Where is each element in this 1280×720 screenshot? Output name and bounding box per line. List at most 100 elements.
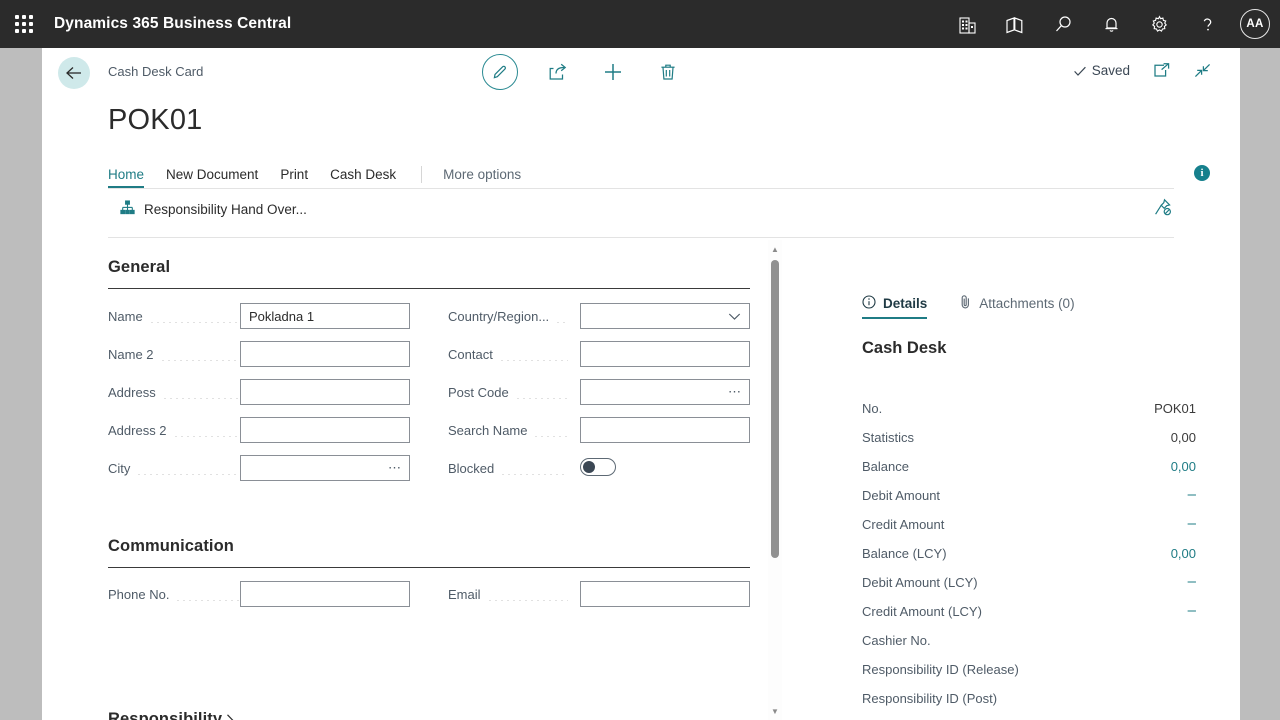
tab-attachments-label: Attachments (0) xyxy=(979,295,1075,311)
row-key: Debit Amount (LCY) xyxy=(862,574,978,590)
factbox-row-responsibility-id-release: Responsibility ID (Release) xyxy=(862,658,1196,680)
row-value[interactable]: 0,00 xyxy=(1171,459,1196,474)
row-key: Balance (LCY) xyxy=(862,545,947,561)
field-post-code: Post Code xyxy=(448,378,574,406)
row-key: No. xyxy=(862,400,883,416)
environment-icon[interactable] xyxy=(991,0,1039,48)
row-value[interactable]: – xyxy=(1188,487,1196,502)
field-email: Email xyxy=(448,580,574,608)
unpin-icon[interactable] xyxy=(1153,198,1172,222)
tab-new-document[interactable]: New Document xyxy=(155,167,269,188)
input-email[interactable] xyxy=(580,581,750,607)
row-value[interactable]: – xyxy=(1188,603,1196,618)
ribbon-tabs: Home New Document Print Cash Desk More o… xyxy=(108,158,1174,188)
input-contact[interactable] xyxy=(580,341,750,367)
collapse-icon[interactable] xyxy=(1193,62,1212,79)
app-launcher-icon[interactable] xyxy=(0,0,48,48)
cash-desk-card-page: Cash Desk Card Saved POK01 Home New Docu… xyxy=(42,48,1240,720)
help-question-icon[interactable] xyxy=(1183,0,1231,48)
label-address: Address xyxy=(108,384,156,400)
leader-dots xyxy=(500,461,568,475)
tab-cash-desk[interactable]: Cash Desk xyxy=(319,167,407,188)
action-strip-divider xyxy=(108,237,1174,238)
label-name: Name xyxy=(108,308,143,324)
input-phone-no[interactable] xyxy=(240,581,410,607)
toggle-blocked[interactable] xyxy=(580,458,616,476)
open-in-new-window-icon[interactable] xyxy=(1152,62,1171,79)
lookup-ellipsis-icon[interactable]: ⋯ xyxy=(388,461,401,474)
input-post-code[interactable]: ⋯ xyxy=(580,379,750,405)
waffle-grid xyxy=(15,15,33,33)
input-name-2[interactable] xyxy=(240,341,410,367)
paperclip-icon xyxy=(959,294,972,312)
factbox-row-no: No. POK01 xyxy=(862,397,1196,419)
input-name[interactable]: Pokladna 1 xyxy=(240,303,410,329)
avatar[interactable]: AA xyxy=(1240,9,1270,39)
breadcrumb[interactable]: Cash Desk Card xyxy=(108,64,203,79)
scroll-up-arrow-icon[interactable]: ▲ xyxy=(768,242,782,256)
row-value[interactable]: – xyxy=(1188,516,1196,531)
brand-title: Dynamics 365 Business Central xyxy=(54,15,292,32)
field-blocked: Blocked xyxy=(448,454,574,482)
section-responsibility-toggle[interactable]: Responsibility xyxy=(108,710,235,720)
row-value[interactable]: 0,00 xyxy=(1171,546,1196,561)
scroll-down-arrow-icon[interactable]: ▼ xyxy=(768,704,782,718)
tab-details[interactable]: Details xyxy=(862,294,928,319)
leader-dots xyxy=(533,423,568,437)
action-strip: Responsibility Hand Over... xyxy=(108,189,1174,229)
more-options-button[interactable]: More options xyxy=(432,167,532,188)
company-icon[interactable] xyxy=(943,0,991,48)
row-value[interactable]: – xyxy=(1188,574,1196,589)
tab-attachments[interactable]: Attachments (0) xyxy=(959,294,1075,319)
app-root: Dynamics 365 Business Central AA Cash De… xyxy=(0,0,1280,720)
leader-dots xyxy=(514,385,568,399)
edit-pencil-icon[interactable] xyxy=(482,54,518,90)
hierarchy-icon xyxy=(120,200,135,218)
share-icon[interactable] xyxy=(543,55,573,89)
input-country-region[interactable] xyxy=(580,303,750,329)
responsibility-hand-over-action[interactable]: Responsibility Hand Over... xyxy=(120,200,307,218)
input-city[interactable]: ⋯ xyxy=(240,455,410,481)
tab-print[interactable]: Print xyxy=(269,167,319,188)
input-address[interactable] xyxy=(240,379,410,405)
topbar-actions: AA xyxy=(943,0,1280,48)
settings-gear-icon[interactable] xyxy=(1135,0,1183,48)
field-country-region: Country/Region... xyxy=(448,302,574,330)
factbox-title: Cash Desk xyxy=(862,339,947,357)
info-circle-icon[interactable]: i xyxy=(1194,165,1210,181)
search-icon[interactable] xyxy=(1039,0,1087,48)
label-post-code: Post Code xyxy=(448,384,509,400)
tab-home[interactable]: Home xyxy=(108,167,155,188)
label-phone-no: Phone No. xyxy=(108,586,170,602)
scrollbar-thumb[interactable] xyxy=(771,260,779,558)
input-address-2[interactable] xyxy=(240,417,410,443)
section-rule-general xyxy=(108,288,750,289)
row-value: 0,00 xyxy=(1170,429,1196,445)
form-scrollbar[interactable]: ▲ ▼ xyxy=(768,240,782,720)
saved-label: Saved xyxy=(1091,63,1130,78)
factbox-row-balance: Balance 0,00 xyxy=(862,455,1196,477)
back-button[interactable] xyxy=(58,57,90,89)
section-title-communication: Communication xyxy=(108,537,234,555)
delete-trash-icon[interactable] xyxy=(653,55,683,89)
chevron-right-icon xyxy=(225,713,235,720)
row-key: Responsibility ID (Post) xyxy=(862,690,998,706)
lookup-ellipsis-icon[interactable]: ⋯ xyxy=(728,385,741,398)
content-area: General Name Pokladna 1 Name 2 Address A… xyxy=(42,240,1240,720)
row-key: Credit Amount xyxy=(862,516,945,532)
factbox-pane: Details Attachments (0) Cash Desk No. PO… xyxy=(788,240,1240,720)
row-key: Responsibility ID (Release) xyxy=(862,661,1019,677)
label-city: City xyxy=(108,460,131,476)
action-label: Responsibility Hand Over... xyxy=(144,201,307,217)
chevron-down-icon[interactable] xyxy=(728,312,741,321)
factbox-row-responsibility-id-post: Responsibility ID (Post) xyxy=(862,687,1196,709)
notification-bell-icon[interactable] xyxy=(1087,0,1135,48)
input-search-name[interactable] xyxy=(580,417,750,443)
new-plus-icon[interactable] xyxy=(598,55,628,89)
section-rule-communication xyxy=(108,567,750,568)
input-name-value: Pokladna 1 xyxy=(249,308,315,324)
field-contact: Contact xyxy=(448,340,574,368)
record-actions xyxy=(482,54,683,90)
factbox-row-credit-amount-lcy: Credit Amount (LCY) – xyxy=(862,600,1196,622)
factbox-row-debit-amount: Debit Amount – xyxy=(862,484,1196,506)
